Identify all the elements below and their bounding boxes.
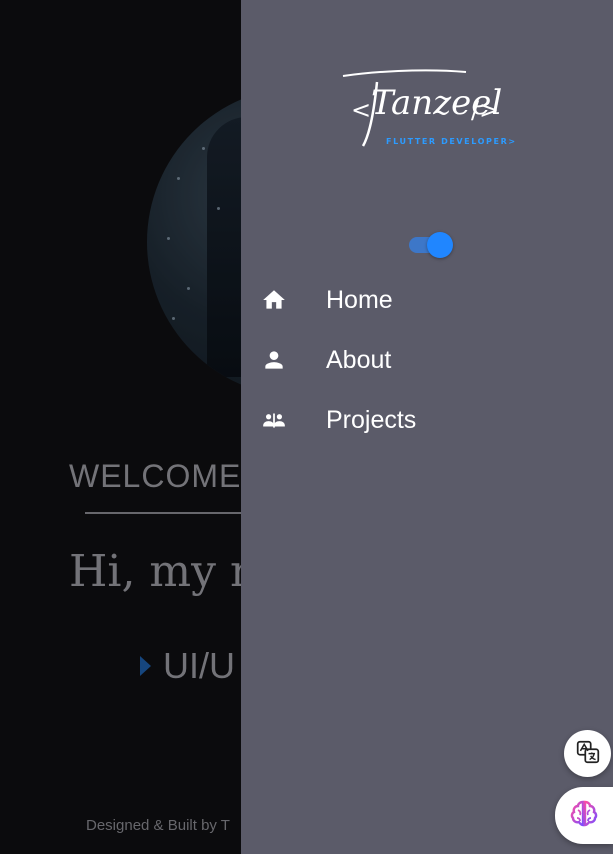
translate-icon <box>575 739 601 769</box>
person-icon <box>261 347 287 373</box>
assistant-button[interactable] <box>555 787 613 844</box>
menu-item-about[interactable]: About <box>241 330 613 390</box>
brain-icon <box>568 798 600 834</box>
navigation-drawer: < /> Tanzeel FLUTTER DEVELOPER> Home Abo… <box>241 0 613 854</box>
menu-item-label: About <box>326 345 392 374</box>
logo-tagline: FLUTTER DEVELOPER> <box>386 137 517 146</box>
group-icon <box>261 407 287 433</box>
drawer-menu: Home About Projects <box>241 270 613 450</box>
theme-toggle[interactable] <box>407 232 455 258</box>
portfolio-page: WELCOME Hi, my na UI/U Designed & Built … <box>0 0 613 854</box>
translate-button[interactable] <box>564 730 611 777</box>
menu-item-home[interactable]: Home <box>241 270 613 330</box>
toggle-thumb <box>427 232 453 258</box>
logo-name: Tanzeel <box>371 83 502 123</box>
menu-item-label: Projects <box>326 405 417 434</box>
home-icon <box>261 287 287 313</box>
logo: < /> Tanzeel FLUTTER DEVELOPER> <box>341 62 521 157</box>
menu-item-label: Home <box>326 285 393 314</box>
menu-item-projects[interactable]: Projects <box>241 390 613 450</box>
logo-left-bracket: < <box>351 96 371 124</box>
